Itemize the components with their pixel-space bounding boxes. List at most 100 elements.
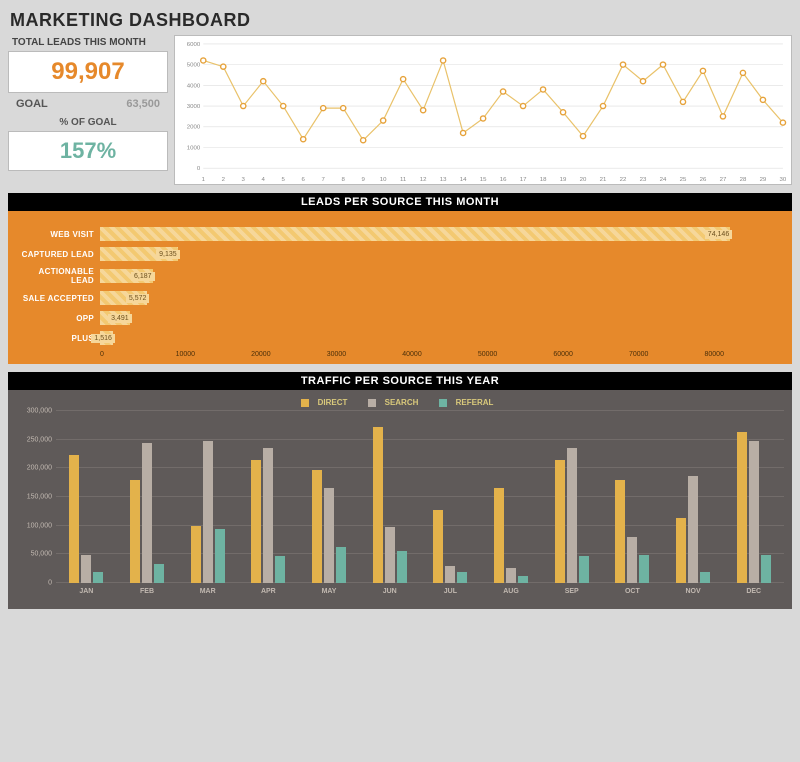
legend-referal: REFERAL [456, 398, 494, 407]
traffic-bar [142, 443, 152, 583]
hbar-x-axis: 0100002000030000400005000060000700008000… [100, 351, 780, 358]
svg-text:29: 29 [760, 177, 767, 183]
y-tick: 150,000 [27, 494, 52, 501]
y-tick: 250,000 [27, 436, 52, 443]
svg-text:23: 23 [640, 177, 647, 183]
hbar-category: PLUS [20, 334, 100, 343]
traffic-bar [397, 551, 407, 583]
svg-text:28: 28 [740, 177, 747, 183]
section-leads-per-source-title: LEADS PER SOURCE THIS MONTH [8, 193, 792, 211]
hbar-bar: 3,491 [100, 311, 130, 325]
month-group [359, 411, 420, 583]
traffic-bar [749, 441, 759, 583]
traffic-bar [81, 555, 91, 583]
legend-swatch-search [368, 399, 376, 407]
hbar-bar: 9,135 [100, 247, 178, 261]
svg-text:2000: 2000 [187, 125, 201, 131]
hbar-category: OPP [20, 314, 100, 323]
section-traffic-title: TRAFFIC PER SOURCE THIS YEAR [8, 372, 792, 390]
traffic-bar [385, 527, 395, 583]
y-tick: 100,000 [27, 522, 52, 529]
x-label: NOV [663, 585, 724, 601]
traffic-bar [639, 555, 649, 583]
traffic-bar [761, 555, 771, 583]
x-label: AUG [481, 585, 542, 601]
svg-text:1000: 1000 [187, 146, 201, 152]
month-group [723, 411, 784, 583]
legend-swatch-direct [301, 399, 309, 407]
hbar-row: WEB VISIT 74,146 [20, 227, 780, 241]
traffic-per-source-chart: DIRECT SEARCH REFERAL 050,000100,000150,… [8, 390, 792, 609]
traffic-bar [457, 572, 467, 583]
hbar-value: 5,572 [126, 294, 150, 303]
y-tick: 300,000 [27, 408, 52, 415]
hbar-track: 3,491 [100, 311, 780, 325]
hbar-value: 3,491 [108, 314, 132, 323]
hbar-value: 9,135 [156, 250, 180, 259]
traffic-bar [93, 572, 103, 583]
hbar-tick: 10000 [176, 351, 252, 358]
month-group [117, 411, 178, 583]
x-label: APR [238, 585, 299, 601]
month-group [56, 411, 117, 583]
hbar-category: SALE ACCEPTED [20, 294, 100, 303]
hbar-bar: 74,146 [100, 227, 730, 241]
month-group [541, 411, 602, 583]
leads-value-box: 99,907 [8, 51, 168, 93]
x-label: MAY [299, 585, 360, 601]
svg-text:5000: 5000 [187, 63, 201, 69]
month-group [663, 411, 724, 583]
leads-label: TOTAL LEADS THIS MONTH [8, 35, 168, 48]
traffic-bar [688, 476, 698, 583]
legend-swatch-referal [439, 399, 447, 407]
hbar-track: 74,146 [100, 227, 780, 241]
x-label: DEC [723, 585, 784, 601]
goal-value: 63,500 [126, 98, 160, 110]
leads-value: 99,907 [17, 58, 159, 86]
svg-text:4000: 4000 [187, 83, 201, 89]
svg-text:10: 10 [380, 177, 387, 183]
leads-per-source-chart: WEB VISIT 74,146 CAPTURED LEAD 9,135 ACT… [8, 211, 792, 364]
traffic-bar [579, 556, 589, 583]
hbar-tick: 60000 [553, 351, 629, 358]
svg-text:2: 2 [222, 177, 226, 183]
traffic-bar [312, 470, 322, 583]
hbar-track: 9,135 [100, 247, 780, 261]
svg-text:9: 9 [361, 177, 365, 183]
svg-text:21: 21 [600, 177, 607, 183]
svg-text:0: 0 [197, 166, 201, 172]
month-group [177, 411, 238, 583]
hbar-bar: 6,187 [100, 269, 153, 283]
svg-text:1: 1 [202, 177, 206, 183]
goal-row: GOAL 63,500 [8, 96, 168, 112]
hbar-row: PLUS 1,516 [20, 331, 780, 345]
kpi-column: TOTAL LEADS THIS MONTH 99,907 GOAL 63,50… [8, 35, 168, 185]
traffic-bar [494, 488, 504, 583]
svg-text:15: 15 [480, 177, 487, 183]
traffic-bar [203, 441, 213, 583]
hbar-row: SALE ACCEPTED 5,572 [20, 291, 780, 305]
leads-daily-chart: 0100020003000400050006000123456789101112… [174, 35, 792, 185]
x-label: JUL [420, 585, 481, 601]
hbar-value: 1,516 [91, 334, 115, 343]
y-tick: 200,000 [27, 465, 52, 472]
month-group [481, 411, 542, 583]
hbar-category: WEB VISIT [20, 230, 100, 239]
svg-text:6: 6 [302, 177, 306, 183]
traffic-bar [676, 518, 686, 583]
month-group [238, 411, 299, 583]
traffic-bar [518, 576, 528, 583]
x-label: MAR [177, 585, 238, 601]
traffic-bar [275, 556, 285, 583]
traffic-bar [700, 572, 710, 583]
svg-text:16: 16 [500, 177, 507, 183]
y-tick: 0 [48, 580, 52, 587]
hbar-tick: 50000 [478, 351, 554, 358]
traffic-bar [336, 547, 346, 583]
goal-label: GOAL [16, 98, 48, 110]
traffic-bar [567, 448, 577, 583]
hbar-track: 6,187 [100, 269, 780, 283]
traffic-bar [615, 480, 625, 583]
traffic-bar [251, 460, 261, 583]
svg-text:17: 17 [520, 177, 527, 183]
